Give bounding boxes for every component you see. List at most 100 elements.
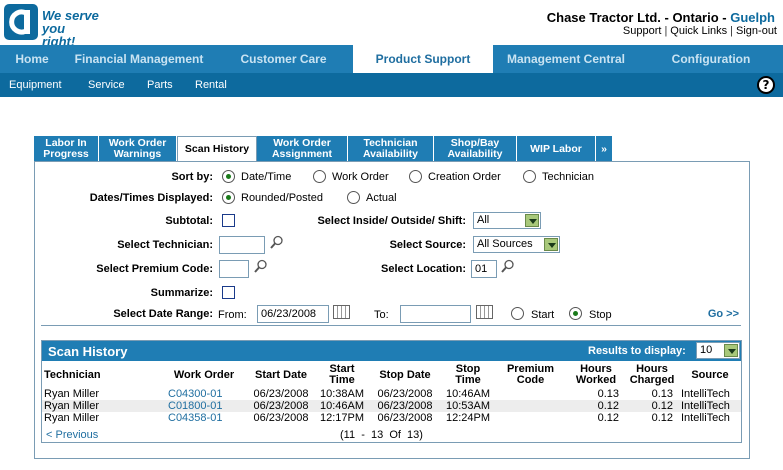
location-label: Select Location: xyxy=(381,263,466,275)
col-stop-date[interactable]: Stop Date xyxy=(368,362,442,388)
results-grid: Scan History Results to display: 10 Tech… xyxy=(41,340,742,443)
help-icon[interactable]: ? xyxy=(757,76,775,94)
to-label: To: xyxy=(374,309,389,321)
nav-configuration[interactable]: Configuration xyxy=(639,45,783,73)
tab-more-chevron-icon[interactable]: » xyxy=(596,136,613,162)
sign-out-link[interactable]: Sign-out xyxy=(736,25,777,37)
company-label: Chase Tractor Ltd. - Ontario - xyxy=(546,10,731,25)
nav-financial-management[interactable]: Financial Management xyxy=(64,45,214,73)
from-date-input[interactable]: 06/23/2008 xyxy=(257,305,329,323)
logo[interactable]: We serve you right! xyxy=(4,4,100,48)
cell-hours-worked: 0.12 xyxy=(597,400,619,412)
tab-scan-history[interactable]: Scan History xyxy=(177,136,257,162)
sort-datetime-label: Date/Time xyxy=(241,171,292,183)
top-header: We serve you right! Chase Tractor Ltd. -… xyxy=(0,0,783,48)
from-label: From: xyxy=(218,309,247,321)
subtotal-checkbox[interactable] xyxy=(222,214,235,227)
source-value: All Sources xyxy=(477,238,533,250)
search-icon[interactable] xyxy=(270,235,284,249)
tab-wip-labor[interactable]: WIP Labor xyxy=(517,136,596,162)
nav-home[interactable]: Home xyxy=(0,45,64,73)
cell-technician: Ryan Miller xyxy=(44,412,100,424)
cell-hours-charged: 0.13 xyxy=(651,388,673,400)
subnav-equipment[interactable]: Equipment xyxy=(9,79,62,91)
company-name: Chase Tractor Ltd. - Ontario - Guelph xyxy=(547,10,775,25)
tab-work-order-warnings[interactable]: Work Order Warnings xyxy=(99,136,177,162)
sub-nav: Equipment Service Parts Rental ? xyxy=(0,73,783,97)
col-premium-code[interactable]: Premium Code xyxy=(494,362,567,388)
scan-history-table: Technician Work Order Start Date Start T… xyxy=(42,362,741,424)
col-hours-worked[interactable]: Hours Worked xyxy=(567,362,625,388)
col-work-order[interactable]: Work Order xyxy=(162,362,246,388)
results-title: Scan History xyxy=(48,344,128,359)
cell-work-order-link[interactable]: C04300-01 xyxy=(162,388,246,400)
stop-radio[interactable] xyxy=(569,307,582,320)
pager: < Previous (11 - 13 Of 13) xyxy=(42,429,741,442)
cell-stop-date: 06/23/2008 xyxy=(377,412,433,424)
calendar-icon[interactable] xyxy=(333,305,350,319)
source-select[interactable]: All Sources xyxy=(473,236,560,253)
summarize-label: Summarize: xyxy=(150,287,213,299)
subnav-parts[interactable]: Parts xyxy=(147,79,173,91)
subnav-service[interactable]: Service xyxy=(88,79,125,91)
sort-technician-radio[interactable] xyxy=(523,170,536,183)
sort-creation-radio[interactable] xyxy=(409,170,422,183)
cell-work-order-link[interactable]: C04358-01 xyxy=(162,412,246,424)
col-stop-time[interactable]: Stop Time xyxy=(442,362,494,388)
table-row: Ryan Miller C04300-01 06/23/2008 10:38AM… xyxy=(42,388,741,400)
support-link[interactable]: Support xyxy=(623,25,662,37)
sort-datetime-radio[interactable] xyxy=(222,170,235,183)
col-hours-charged[interactable]: Hours Charged xyxy=(625,362,679,388)
premium-code-input[interactable] xyxy=(219,260,249,278)
cell-stop-time: 12:24PM xyxy=(445,412,491,424)
quick-links-link[interactable]: Quick Links xyxy=(670,25,727,37)
results-header: Scan History Results to display: 10 xyxy=(42,341,741,361)
separator: | xyxy=(664,25,668,37)
go-button[interactable]: Go >> xyxy=(708,308,739,320)
rounded-posted-label: Rounded/Posted xyxy=(241,192,323,204)
col-start-time[interactable]: Start Time xyxy=(316,362,368,388)
subtotal-label: Subtotal: xyxy=(165,215,213,227)
search-icon[interactable] xyxy=(254,259,268,273)
rounded-posted-radio[interactable] xyxy=(222,191,235,204)
nav-customer-care[interactable]: Customer Care xyxy=(214,45,353,73)
cell-work-order-link[interactable]: C01800-01 xyxy=(162,400,246,412)
main-nav: Home Financial Management Customer Care … xyxy=(0,45,783,73)
shift-select[interactable]: All xyxy=(473,212,541,229)
tab-bar: Labor In Progress Work Order Warnings Sc… xyxy=(34,136,613,162)
previous-link[interactable]: < Previous xyxy=(46,429,98,441)
tab-work-order-assignment[interactable]: Work Order Assignment xyxy=(257,136,348,162)
location-input[interactable]: 01 xyxy=(471,260,497,278)
technician-input[interactable] xyxy=(219,236,265,254)
tab-labor-in-progress[interactable]: Labor In Progress xyxy=(34,136,99,162)
table-header-row: Technician Work Order Start Date Start T… xyxy=(42,362,741,388)
sort-creation-label: Creation Order xyxy=(428,171,501,183)
subnav-rental[interactable]: Rental xyxy=(195,79,227,91)
actual-label: Actual xyxy=(366,192,397,204)
nav-product-support[interactable]: Product Support xyxy=(353,45,493,73)
cell-hours-worked: 0.12 xyxy=(597,412,619,424)
sort-workorder-radio[interactable] xyxy=(313,170,326,183)
tab-technician-availability[interactable]: Technician Availability xyxy=(348,136,434,162)
tab-shop-bay-availability[interactable]: Shop/Bay Availability xyxy=(434,136,517,162)
start-radio[interactable] xyxy=(511,307,524,320)
divider xyxy=(41,325,741,326)
search-icon[interactable] xyxy=(501,259,515,273)
summarize-checkbox[interactable] xyxy=(222,286,235,299)
actual-radio[interactable] xyxy=(347,191,360,204)
cell-source: IntelliTech xyxy=(681,412,730,424)
col-start-date[interactable]: Start Date xyxy=(246,362,316,388)
dates-displayed-label: Dates/Times Displayed: xyxy=(89,192,213,204)
scan-history-panel: Sort by: Date/Time Work Order Creation O… xyxy=(34,161,750,459)
to-date-input[interactable] xyxy=(400,305,471,323)
cell-start-date: 06/23/2008 xyxy=(253,400,309,412)
calendar-icon[interactable] xyxy=(476,305,493,319)
company-city: Guelph xyxy=(730,10,775,25)
cell-stop-date: 06/23/2008 xyxy=(377,388,433,400)
results-count-select[interactable]: 10 xyxy=(696,342,740,359)
col-technician[interactable]: Technician xyxy=(42,362,162,388)
col-source[interactable]: Source xyxy=(679,362,741,388)
cell-stop-time: 10:53AM xyxy=(445,400,491,412)
cell-start-time: 12:17PM xyxy=(319,412,365,424)
nav-management-central[interactable]: Management Central xyxy=(493,45,639,73)
